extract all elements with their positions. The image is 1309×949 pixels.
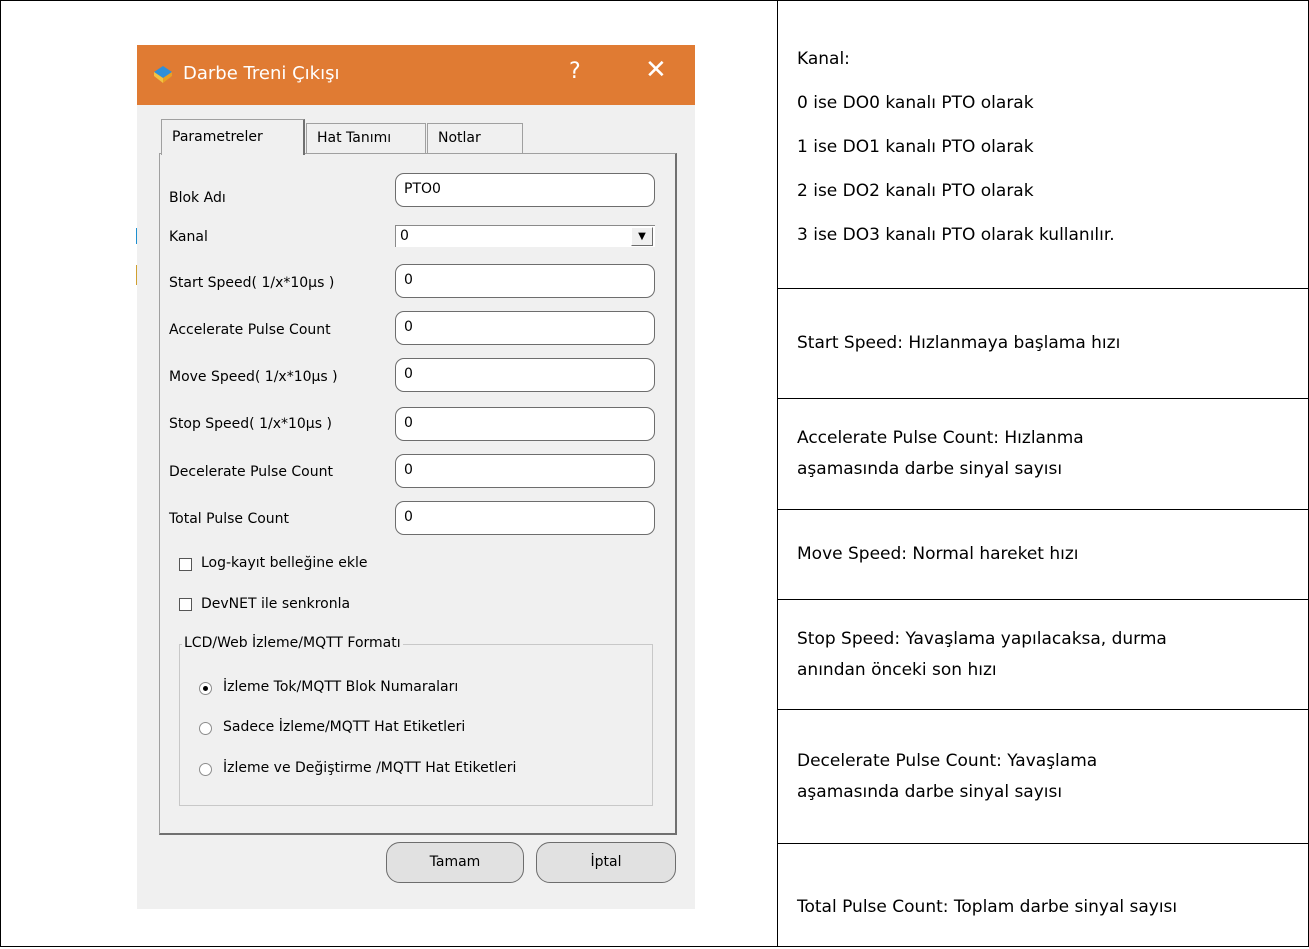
description-line: Total Pulse Count: Toplam darbe sinyal s…: [797, 897, 1178, 917]
decelerate-description-cell: Decelerate Pulse Count: Yavaşlama aşamas…: [778, 710, 1308, 844]
devnet-sync-checkbox[interactable]: [179, 598, 192, 611]
description-line: Start Speed: Hızlanmaya başlama hızı: [797, 333, 1121, 353]
start-speed-description-cell: Start Speed: Hızlanmaya başlama hızı: [778, 289, 1308, 399]
tab-label: Hat Tanımı: [317, 130, 392, 146]
field-label-start-speed: Start Speed( 1/x*10µs ): [169, 275, 335, 291]
description-line: Stop Speed: Yavaşlama yapılacaksa, durma: [797, 628, 1167, 649]
close-button[interactable]: ✕: [645, 55, 667, 85]
accelerate-pulse-count-input[interactable]: 0: [395, 311, 655, 345]
field-label-move-speed: Move Speed( 1/x*10µs ): [169, 369, 338, 385]
stop-speed-description-cell: Stop Speed: Yavaşlama yapılacaksa, durma…: [778, 600, 1308, 710]
description-column: Kanal: 0 ise DO0 kanalı PTO olarak 1 ise…: [778, 0, 1308, 947]
ok-button[interactable]: Tamam: [386, 842, 524, 883]
field-label-accelerate-pulse-count: Accelerate Pulse Count: [169, 322, 331, 338]
radio-monitor-and-edit[interactable]: [199, 763, 212, 776]
accelerate-description-cell: Accelerate Pulse Count: Hızlanma aşaması…: [778, 399, 1308, 510]
start-speed-input[interactable]: 0: [395, 264, 655, 298]
tab-label: Parametreler: [172, 129, 263, 145]
radio-selected-dot: [203, 686, 208, 691]
description-line: 2 ise DO2 kanalı PTO olarak: [797, 181, 1034, 201]
decelerate-pulse-count-input[interactable]: 0: [395, 454, 655, 488]
radio-label-monitor-only: Sadece İzleme/MQTT Hat Etiketleri: [223, 719, 466, 735]
devnet-sync-label: DevNET ile senkronla: [201, 596, 351, 612]
radio-label-monitor-and-edit: İzleme ve Değiştirme /MQTT Hat Etiketler…: [223, 760, 517, 776]
radio-block-numbers[interactable]: [199, 682, 212, 695]
pulse-train-dialog: Darbe Treni Çıkışı ? ✕ Parametreler Hat …: [137, 45, 695, 909]
monitor-format-legend: LCD/Web İzleme/MQTT Formatı: [182, 635, 403, 651]
tab-notlar[interactable]: Notlar: [427, 123, 523, 155]
cancel-button[interactable]: İptal: [536, 842, 676, 883]
description-line: 3 ise DO3 kanalı PTO olarak kullanılır.: [797, 225, 1115, 245]
description-line: aşamasında darbe sinyal sayısı: [797, 459, 1063, 479]
tab-hat-tanimi[interactable]: Hat Tanımı: [306, 123, 426, 155]
field-label-decelerate-pulse-count: Decelerate Pulse Count: [169, 464, 333, 480]
description-line: aşamasında darbe sinyal sayısı: [797, 781, 1063, 802]
description-line: Decelerate Pulse Count: Yavaşlama: [797, 750, 1098, 771]
log-record-checkbox[interactable]: [179, 558, 192, 571]
field-label-kanal: Kanal: [169, 229, 208, 245]
description-line: 0 ise DO0 kanalı PTO olarak: [797, 93, 1034, 113]
chevron-down-icon[interactable]: ▼: [631, 227, 653, 246]
stop-speed-input[interactable]: 0: [395, 407, 655, 441]
description-line: anından önceki son hızı: [797, 659, 997, 680]
field-label-blok-adi: Blok Adı: [169, 190, 226, 206]
description-line: Move Speed: Normal hareket hızı: [797, 544, 1079, 564]
dialog-titlebar: Darbe Treni Çıkışı ? ✕: [137, 45, 695, 105]
total-description-cell: Total Pulse Count: Toplam darbe sinyal s…: [778, 844, 1308, 947]
description-line: Kanal:: [797, 49, 850, 69]
kanal-select-value: 0: [400, 228, 409, 244]
log-record-label: Log-kayıt belleğine ekle: [201, 555, 368, 571]
description-line: Accelerate Pulse Count: Hızlanma: [797, 428, 1084, 448]
radio-monitor-only[interactable]: [199, 722, 212, 735]
help-button[interactable]: ?: [569, 59, 581, 84]
app-icon: [154, 66, 172, 83]
move-speed-input[interactable]: 0: [395, 358, 655, 392]
description-line: 1 ise DO1 kanalı PTO olarak: [797, 137, 1034, 157]
kanal-select[interactable]: 0 ▼: [395, 225, 655, 247]
total-pulse-count-input[interactable]: 0: [395, 501, 655, 535]
field-label-stop-speed: Stop Speed( 1/x*10µs ): [169, 416, 332, 432]
dialog-title: Darbe Treni Çıkışı: [183, 63, 340, 84]
kanal-description-cell: Kanal: 0 ise DO0 kanalı PTO olarak 1 ise…: [778, 0, 1308, 289]
field-label-total-pulse-count: Total Pulse Count: [169, 511, 290, 527]
blok-adi-input[interactable]: PTO0: [395, 173, 655, 207]
radio-label-block-numbers: İzleme Tok/MQTT Blok Numaraları: [223, 679, 459, 695]
tab-parametreler[interactable]: Parametreler: [161, 119, 305, 155]
move-speed-description-cell: Move Speed: Normal hareket hızı: [778, 510, 1308, 600]
tab-label: Notlar: [438, 130, 481, 146]
